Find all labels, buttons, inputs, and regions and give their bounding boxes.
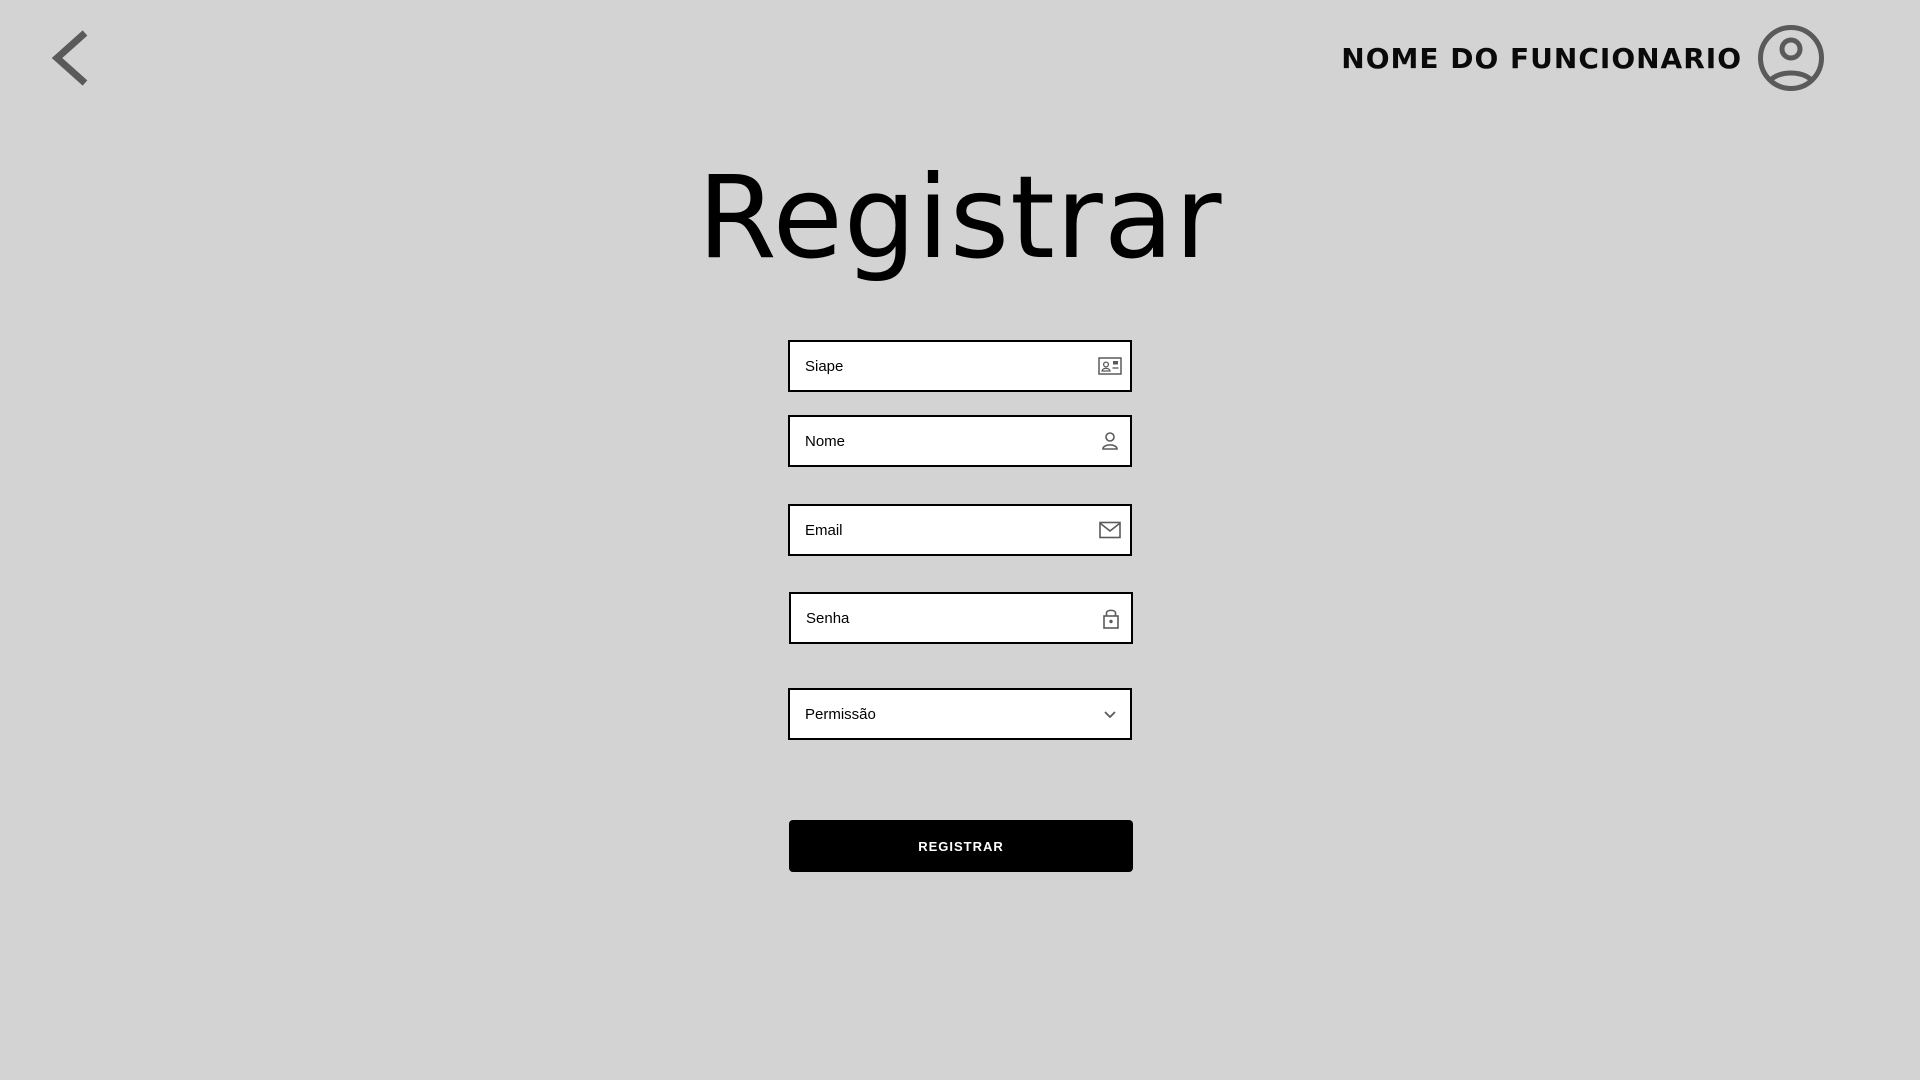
envelope-icon [1097,517,1123,543]
user-name: NOME DO FUNCIONARIO [1341,41,1742,75]
email-input[interactable] [790,506,1097,554]
senha-input[interactable] [791,594,1098,642]
id-card-icon [1097,353,1123,379]
permissao-select[interactable]: Permissão [788,688,1132,740]
lock-icon [1098,605,1124,631]
nome-field[interactable] [788,415,1132,467]
register-button[interactable]: REGISTRAR [789,820,1133,872]
back-button[interactable] [44,28,94,88]
person-icon [1097,428,1123,454]
siape-input[interactable] [790,342,1097,390]
user-circle-icon [1758,25,1824,91]
email-field[interactable] [788,504,1132,556]
chevron-down-icon [1097,701,1123,727]
nome-input[interactable] [790,417,1097,465]
chevron-left-icon [51,30,88,86]
avatar[interactable] [1756,23,1826,93]
senha-field[interactable] [789,592,1133,644]
page-title: Registrar [697,151,1223,284]
permissao-selected-value: Permissão [805,705,876,723]
user-area: NOME DO FUNCIONARIO [1341,22,1826,94]
siape-field[interactable] [788,340,1132,392]
